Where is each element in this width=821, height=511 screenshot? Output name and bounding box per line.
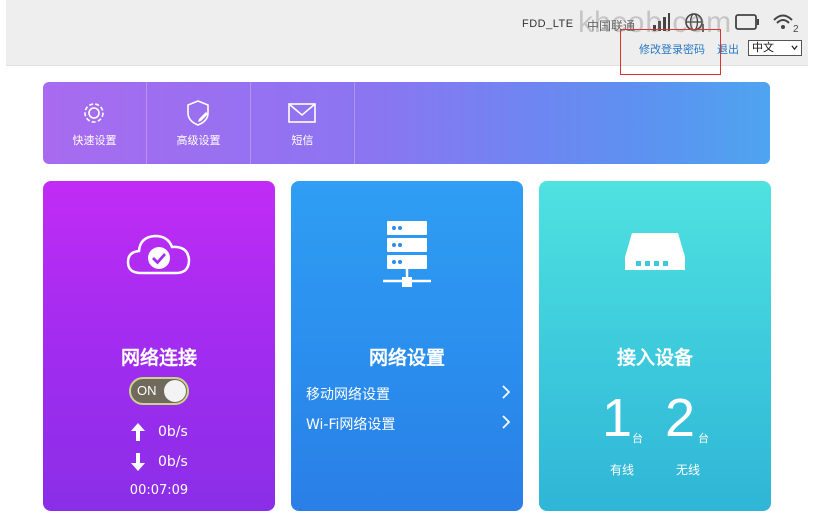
connected-devices-title: 接入设备 [616,347,693,369]
gear-icon [84,103,104,123]
network-connection-card[interactable]: 网络连接 ON 0b/s 0b/s 00:07:09 [43,181,275,511]
network-settings-card: 网络设置 移动网络设置 Wi-Fi网络设置 [291,181,523,511]
logout-link[interactable]: 退出 [717,41,739,57]
sim-card-icon [735,14,759,30]
envelope-icon [288,103,316,123]
download-rate-value: 0b/s [158,454,188,470]
connection-uptime: 00:07:09 [129,483,189,498]
mobile-network-settings-link[interactable]: 移动网络设置 [306,381,511,403]
sms-button[interactable]: 短信 [251,82,354,164]
router-icon [625,233,685,270]
wifi-network-settings-label: Wi-Fi网络设置 [306,417,396,433]
toggle-label: ON [137,383,157,398]
network-connection-title: 网络连接 [120,347,197,369]
quick-setup-button[interactable]: 快速设置 [43,82,146,164]
wifi-network-settings-link[interactable]: Wi-Fi网络设置 [306,411,511,433]
wireless-unit: 台 [698,432,709,445]
arrow-up-icon [131,423,145,441]
wifi-icon: 2 [773,14,799,34]
advanced-settings-label: 高级设置 [176,134,221,147]
toggle-knob [164,380,186,402]
quick-toolbar: 快速设置 高级设置 短信 [43,82,770,164]
toolbar-divider [354,82,355,164]
language-value: 中文 [752,41,774,54]
network-type: FDD_LTE [522,18,574,30]
top-status-bar: FDD_LTE 中国联通 2 修改登录密码 退出 中文 khcob.com [6,0,808,75]
arrow-down-icon [131,453,145,471]
watermark: khcob.com [578,6,733,39]
advanced-settings-button[interactable]: 高级设置 [147,82,250,164]
sms-label: 短信 [291,134,314,147]
network-settings-title: 网络设置 [368,347,445,369]
upload-rate-value: 0b/s [158,424,188,440]
mobile-network-settings-label: 移动网络设置 [306,387,390,403]
chevron-right-icon [502,415,511,429]
chevron-down-icon [791,45,798,51]
wifi-client-count: 2 [793,24,799,34]
connection-toggle[interactable]: ON [129,377,189,405]
wireless-count: 2 [665,388,696,448]
cloud-check-icon [126,234,191,275]
chevron-right-icon [502,385,511,399]
quick-setup-label: 快速设置 [72,134,117,147]
language-select[interactable]: 中文 [748,40,802,56]
wired-label: 有线 [610,463,635,477]
wired-count: 1 [602,388,633,448]
wired-unit: 台 [632,432,643,445]
wireless-label: 无线 [676,463,701,477]
shield-edit-icon [187,100,209,126]
connected-devices-card[interactable]: 接入设备 1 台 2 台 有线 无线 [539,181,771,511]
server-icon [383,221,431,287]
